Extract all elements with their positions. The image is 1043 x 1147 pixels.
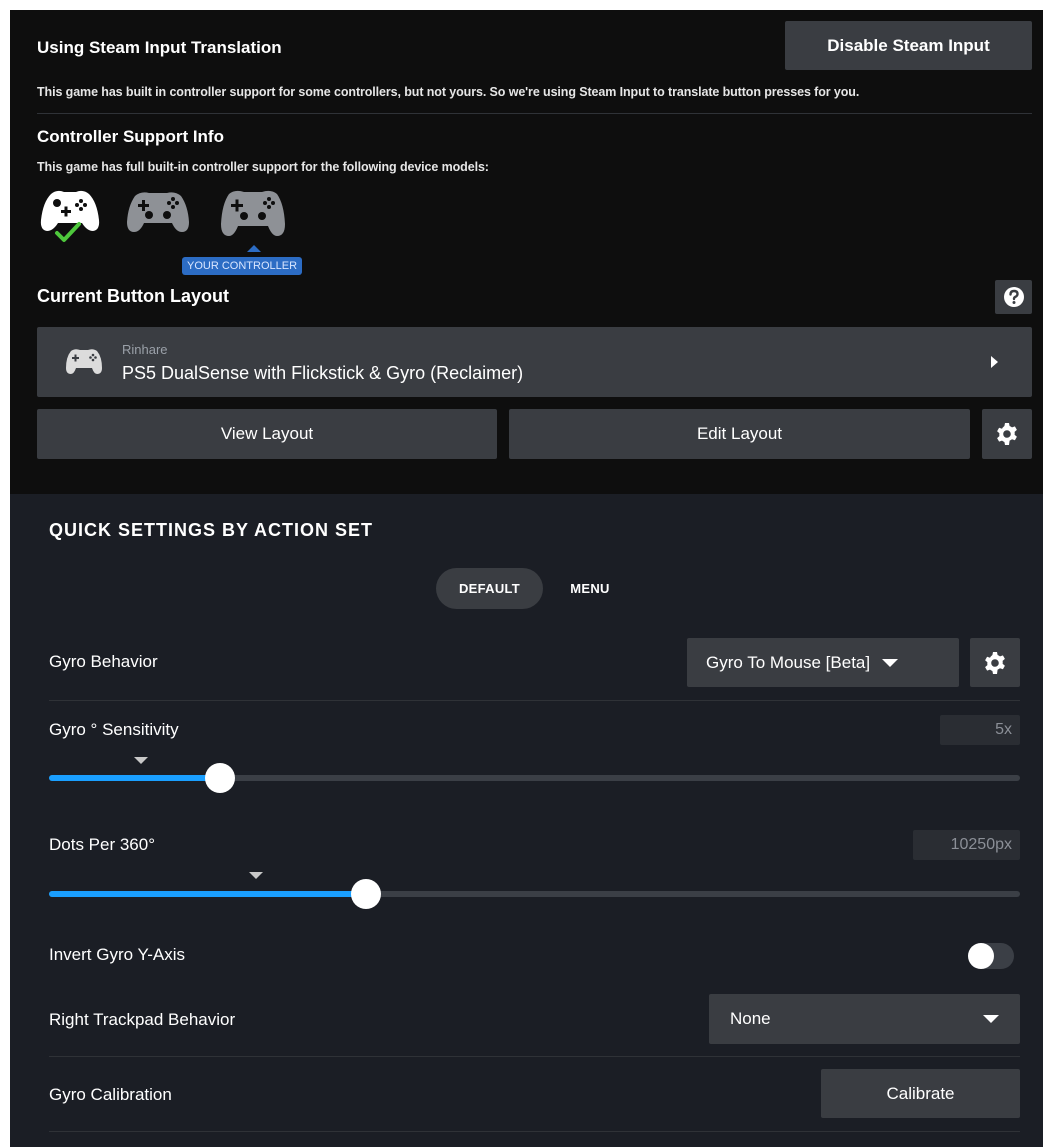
dots-per-360-slider[interactable] [49,879,1020,909]
gear-icon [985,651,1005,674]
dots-per-360-label: Dots Per 360° [49,835,156,854]
chevron-down-icon [882,658,899,667]
right-trackpad-dropdown[interactable]: None [709,994,1020,1044]
chevron-down-icon [983,1015,999,1023]
slider-handle[interactable] [205,763,235,793]
slider-fill [49,775,220,781]
gyro-settings-button[interactable] [970,638,1020,687]
calibrate-button[interactable]: Calibrate [821,1069,1020,1118]
current-button-layout-title: Current Button Layout [37,286,229,306]
divider [37,113,1032,114]
chevron-right-icon [991,356,998,368]
gear-icon [997,423,1017,445]
divider [49,1131,1020,1132]
gyro-behavior-label: Gyro Behavior [49,652,158,671]
view-layout-button[interactable]: View Layout [37,409,497,459]
layout-name: PS5 DualSense with Flickstick & Gyro (Re… [122,363,524,383]
gyro-behavior-value: Gyro To Mouse [Beta] [706,652,871,672]
layout-author: Rinhare [122,342,168,357]
steam-input-title: Using Steam Input Translation [37,38,282,57]
controller-info-panel: Using Steam Input Translation Disable St… [10,10,1043,494]
right-trackpad-label: Right Trackpad Behavior [49,1010,236,1029]
invert-gyro-label: Invert Gyro Y-Axis [49,945,186,964]
edit-layout-button[interactable]: Edit Layout [509,409,970,459]
controller-support-title: Controller Support Info [37,127,224,146]
invert-gyro-toggle[interactable] [968,943,1014,969]
disable-steam-input-button[interactable]: Disable Steam Input [785,21,1032,70]
question-icon [1003,287,1024,307]
help-button[interactable] [995,280,1032,314]
slider-fill [49,891,366,897]
gyro-behavior-dropdown[interactable]: Gyro To Mouse [Beta] [687,638,959,687]
gyro-sensitivity-value[interactable]: 5x [940,715,1020,745]
gyro-calibration-label: Gyro Calibration [49,1085,172,1104]
gyro-sensitivity-label: Gyro ° Sensitivity [49,720,179,739]
check-icon [55,222,81,242]
controller-icon [65,347,103,377]
right-trackpad-value: None [730,1009,771,1028]
toggle-knob [968,943,994,969]
current-layout-row[interactable]: Rinhare PS5 DualSense with Flickstick & … [37,327,1032,397]
tab-menu[interactable]: MENU [555,568,625,609]
slider-handle[interactable] [351,879,381,909]
tab-default[interactable]: DEFAULT [436,568,543,609]
ps4-controller-icon [125,188,191,238]
default-value-marker [249,872,263,879]
dots-per-360-value[interactable]: 10250px [913,830,1020,860]
controller-support-description: This game has full built-in controller s… [37,160,489,174]
your-controller-tooltip: YOUR CONTROLLER [182,257,303,275]
quick-settings-panel: QUICK SETTINGS BY ACTION SET DEFAULT MEN… [10,494,1043,1147]
xbox-controller-icon [37,186,103,246]
steam-input-description: This game has built in controller suppor… [37,85,860,99]
divider [49,700,1020,701]
default-value-marker [134,757,148,764]
tooltip-pointer [247,245,261,252]
divider [49,1056,1020,1057]
gyro-sensitivity-slider[interactable] [49,763,1020,793]
quick-settings-title: QUICK SETTINGS BY ACTION SET [49,520,374,540]
ps5-controller-icon [217,186,289,242]
layout-settings-button[interactable] [982,409,1032,459]
